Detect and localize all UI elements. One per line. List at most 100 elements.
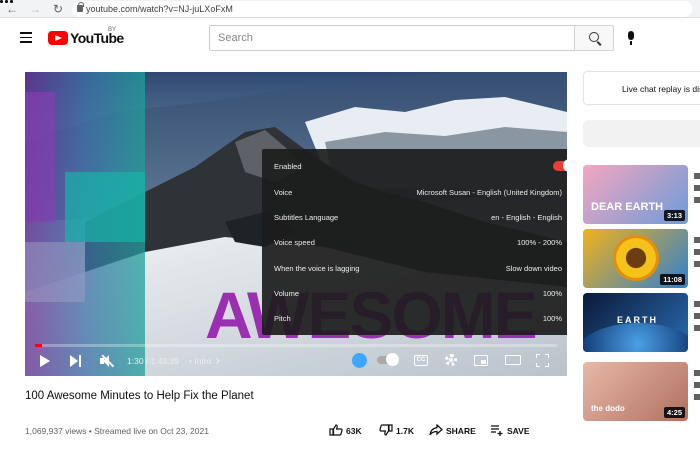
video-views-date: 1,069,937 views • Streamed live on Oct 2… (25, 426, 209, 436)
settings-row-value: 100% (542, 314, 562, 323)
forward-arrow-icon[interactable]: → (27, 1, 43, 17)
recommended-video-title-fragment[interactable] (694, 185, 700, 191)
thumbnail-caption: EARTH (617, 315, 658, 325)
settings-row-value: 100% - 200% (516, 238, 562, 247)
chat-replay-label: Live chat replay is disabled (622, 84, 700, 94)
chapter-name: Intro (194, 356, 212, 366)
voice-extension-icon[interactable] (352, 353, 367, 368)
share-arrow-icon (429, 424, 443, 436)
chevron-right-icon (565, 287, 567, 296)
settings-row-pitch[interactable]: Pitch 100% (262, 305, 567, 330)
recommended-video-title-fragment[interactable] (694, 197, 700, 203)
settings-row-voice-speed[interactable]: Voice speed 100% - 200% (262, 229, 567, 254)
share-label: SHARE (446, 426, 476, 436)
progress-bar[interactable] (35, 344, 557, 347)
video-duration-badge: 4:25 (663, 407, 685, 418)
earth-image (583, 323, 688, 352)
microphone-icon[interactable] (628, 31, 634, 45)
chevron-right-icon (565, 236, 567, 245)
voice-settings-panel: Enabled Voice Microsoft Susan - English (U… (262, 149, 567, 335)
settings-row-subtitles-language[interactable]: Subtitles Language en - English - English (262, 204, 567, 229)
settings-row-label: Voice (274, 188, 293, 197)
chapter-label[interactable]: • Intro (189, 356, 211, 374)
save-label: SAVE (507, 426, 530, 436)
live-chat-replay-box: Live chat replay is disabled (583, 71, 700, 105)
video-title: 100 Awesome Minutes to Help Fix the Plan… (25, 390, 254, 402)
logo-region-code: BY (108, 27, 117, 33)
settings-row-value: 100% (542, 289, 562, 298)
settings-row-label: Voice speed (274, 238, 315, 247)
subtitles-button[interactable]: CC (414, 355, 428, 366)
search-button[interactable] (574, 25, 614, 51)
youtube-play-logo-icon (48, 31, 68, 45)
settings-row-label: Enabled (274, 162, 302, 171)
lock-icon (77, 2, 84, 12)
browser-toolbar: ← → ↻ youtube.com/watch?v=NJ-juLXoFxM (0, 0, 700, 18)
settings-row-label: Volume (274, 289, 300, 298)
chevron-right-icon (565, 186, 567, 195)
settings-row-volume[interactable]: Volume 100% (262, 280, 567, 305)
settings-row-value: en - English - English (491, 213, 562, 222)
mute-button[interactable] (100, 354, 115, 368)
sunflower-image (613, 235, 659, 281)
share-button[interactable]: SHARE (429, 424, 479, 438)
settings-row-when-the-voice-is-lagging[interactable]: When the voice is lagging Slow down video (262, 255, 567, 280)
thumbnail-caption: DEAR EARTH (591, 201, 664, 213)
recommended-video-title-fragment[interactable] (694, 249, 700, 255)
recommended-video-title-fragment[interactable] (694, 325, 700, 331)
video-duration-badge: 3:13 (663, 210, 685, 221)
filter-chip-bar[interactable] (583, 120, 700, 147)
settings-gear-icon[interactable] (445, 354, 457, 366)
settings-row-label: Subtitles Language (274, 213, 339, 222)
recommended-video-title-fragment[interactable] (694, 301, 700, 307)
chevron-right-icon (565, 211, 567, 220)
recommended-video-thumbnail[interactable]: EARTH (583, 293, 688, 352)
chevron-right-icon (565, 312, 567, 321)
thumbs-down-icon (379, 424, 393, 436)
settings-row-value: Microsoft Susan - English (United Kingdo… (416, 188, 562, 197)
fullscreen-button[interactable] (536, 354, 549, 367)
youtube-header: YouTube BY Search (0, 18, 700, 60)
add-to-playlist-icon (491, 425, 503, 436)
recommended-video-thumbnail[interactable]: DEAR EARTH 3:13 (583, 165, 688, 224)
back-arrow-icon[interactable]: ← (4, 1, 20, 17)
recommended-video-title-fragment[interactable] (694, 394, 700, 400)
recommended-video-title-fragment[interactable] (694, 237, 700, 243)
recommended-video-title-fragment[interactable] (694, 173, 700, 179)
enabled-toggle[interactable] (553, 159, 567, 172)
next-button[interactable] (70, 355, 82, 367)
recommended-video-thumbnail[interactable]: the dodo 4:25 (583, 362, 688, 421)
settings-row-enabled[interactable]: Enabled (262, 153, 567, 178)
autoplay-toggle[interactable] (377, 353, 399, 366)
like-count: 63K (346, 426, 362, 436)
play-button[interactable] (40, 355, 50, 367)
save-button[interactable]: SAVE (490, 424, 536, 438)
settings-row-label: Pitch (274, 314, 291, 323)
recommended-video-title-fragment[interactable] (694, 313, 700, 319)
theater-mode-button[interactable] (505, 355, 521, 365)
settings-row-value: Slow down video (505, 264, 562, 273)
progress-played (35, 344, 43, 347)
recommended-video-thumbnail[interactable]: 11:08 (583, 229, 688, 288)
dislike-count: 1.7K (396, 426, 414, 436)
search-input[interactable]: Search (209, 25, 575, 51)
url-text: youtube.com/watch?v=NJ-juLXoFxM (86, 4, 233, 14)
thumbnail-caption: the dodo (591, 404, 625, 413)
reload-icon[interactable]: ↻ (50, 1, 66, 17)
miniplayer-button[interactable] (474, 355, 488, 366)
chevron-right-icon (565, 262, 567, 271)
video-duration-badge: 11:08 (660, 274, 685, 285)
thumbs-up-icon (329, 424, 343, 436)
settings-row-voice[interactable]: Voice Microsoft Susan - English (United K… (262, 179, 567, 204)
search-icon (589, 32, 599, 42)
address-bar[interactable]: youtube.com/watch?v=NJ-juLXoFxM (72, 1, 692, 17)
settings-row-label: When the voice is lagging (274, 264, 360, 273)
dislike-button[interactable]: 1.7K (379, 424, 419, 438)
video-player[interactable]: AWESOME EnabledVoiceMicrosoft Susan - En… (25, 72, 567, 376)
time-display: 1:30 / 1:43:39 (127, 356, 179, 366)
recommended-video-title-fragment[interactable] (694, 382, 700, 388)
recommended-video-title-fragment[interactable] (694, 370, 700, 376)
recommended-video-title-fragment[interactable] (694, 261, 700, 267)
like-button[interactable]: 63K (329, 424, 369, 438)
hamburger-menu-icon[interactable] (20, 32, 32, 43)
